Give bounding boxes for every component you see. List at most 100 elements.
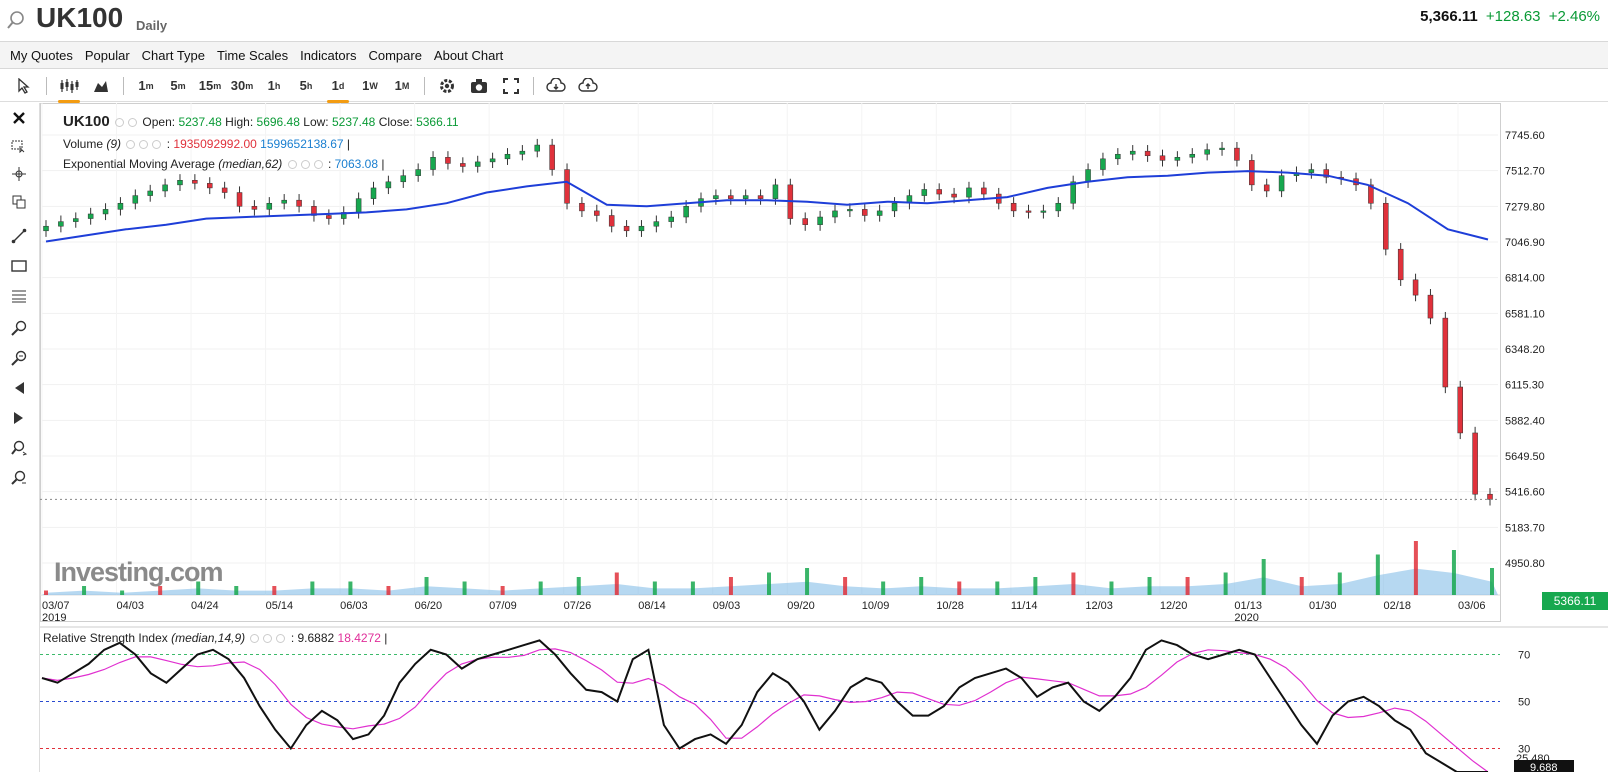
interval-1mo-button[interactable]: 1M [389,73,415,99]
settings-small-icon[interactable] [263,634,273,643]
cloud-upload-icon[interactable] [575,73,601,99]
zoom-reset-icon[interactable] [8,437,30,459]
menu-compare[interactable]: Compare [368,48,421,63]
search-icon[interactable] [6,10,26,30]
chart-area[interactable]: 7745.60 7512.70 7279.80 7046.90 6814.00 6581.… [40,103,1608,772]
current-price-tag: 5366.11 [1542,592,1608,610]
candle-body [1263,184,1270,192]
menu-my-quotes[interactable]: My Quotes [10,48,73,63]
candle-body [430,157,436,170]
rectangle-tool-icon[interactable] [8,255,30,277]
volume-bar [1337,572,1342,595]
candle-body [1100,158,1106,170]
interval-1w-button[interactable]: 1W [357,73,383,99]
toolbar-divider [46,76,47,95]
candle-body [519,150,526,155]
zoom-out-icon[interactable] [8,347,30,369]
select-tool-icon[interactable] [8,135,30,157]
candle-body [132,195,139,204]
eye-icon[interactable] [287,160,297,169]
eye-icon[interactable] [115,118,125,127]
menu-indicators[interactable]: Indicators [300,48,356,63]
x-tick-label: 06/20 [415,600,443,612]
x-tick-label: 11/14 [1011,600,1038,612]
legend-symbol: UK100 [63,113,110,130]
cloud-download-icon[interactable] [543,73,569,99]
interval-1m-button[interactable]: 1m [133,73,159,99]
volume-bar [1451,550,1456,595]
y-tick-label: 6348.20 [1505,344,1545,356]
candle-body [802,218,808,225]
scroll-left-icon[interactable] [8,377,30,399]
candle-body [177,180,183,186]
interval-5m-button[interactable]: 5m [165,73,191,99]
candle-body [1204,149,1210,155]
interval-30m-button[interactable]: 30 m [229,73,255,99]
quote-box: 5,366.11 +128.63 +2.46% [1420,8,1600,25]
zoom-in-icon[interactable] [8,317,30,339]
candle-body [1159,155,1166,161]
x-tick-label: 09/03 [713,600,741,612]
menu-chart-type[interactable]: Chart Type [142,48,205,63]
volume-bar [1223,572,1228,595]
eye-icon[interactable] [250,634,260,643]
rsi-legend: Relative Strength Index (median,14,9) : … [43,631,388,645]
interval-5h-button[interactable]: 5h [293,73,319,99]
settings-small-icon[interactable] [128,118,138,127]
trendline-tool-icon[interactable] [8,225,30,247]
x-tick-label: 07/26 [564,600,592,612]
magnet-tool-icon[interactable] [8,467,30,489]
fibonacci-tool-icon[interactable] [8,285,30,307]
crosshair-tool-icon[interactable] [8,163,30,185]
candle-body [445,157,451,164]
candle-body [1442,317,1449,388]
candle-body [936,189,942,195]
y-tick-label: 7279.80 [1505,201,1545,213]
close-small-icon[interactable] [313,160,323,169]
rsi-last-value: 9.688 [1530,762,1558,772]
interval-15m-button[interactable]: 15 m [197,73,223,99]
settings-small-icon[interactable] [139,140,149,149]
volume-bar [120,590,125,595]
candle-body [728,195,734,199]
candle-body [58,221,64,227]
x-tick-label: 07/09 [489,600,517,612]
volume-bar [1033,577,1038,595]
menu-about-chart[interactable]: About Chart [434,48,503,63]
volume-value-2: 1599652138.67 [260,137,344,151]
volume-bar [576,577,581,595]
menu-time-scales[interactable]: Time Scales [217,48,288,63]
timeframe-label: Daily [136,18,168,33]
area-chart-icon[interactable] [88,73,114,99]
clone-tool-icon[interactable] [8,191,30,213]
gear-icon[interactable] [434,73,460,99]
settings-small-icon[interactable] [300,160,310,169]
candle-body [921,189,928,196]
volume-bar [652,581,657,595]
cursor-icon[interactable] [11,73,37,99]
close-small-icon[interactable] [152,140,162,149]
candle-body [623,225,630,232]
scroll-right-icon[interactable] [8,407,30,429]
candlestick-chart-icon[interactable] [56,73,82,103]
candle-body [668,216,674,222]
rsi-param: (median,14,9) [171,631,246,645]
y-tick-label: 5183.70 [1505,522,1545,534]
fullscreen-icon[interactable] [498,73,524,99]
candle-body [1055,202,1062,212]
volume-bar [234,586,239,595]
close-small-icon[interactable] [276,634,286,643]
eye-icon[interactable] [126,140,136,149]
toolbar-divider [533,76,534,95]
interval-1h-button[interactable]: 1h [261,73,287,99]
interval-1d-button[interactable]: 1d [325,73,351,103]
close-icon[interactable] [8,107,30,129]
high-label: High: [225,115,254,129]
y-tick-label: 6581.10 [1505,308,1545,320]
volume-bar [957,581,962,595]
rsi-value: 9.6882 [297,631,335,645]
camera-icon[interactable] [466,73,492,99]
candle-body [251,206,258,210]
menu-popular[interactable]: Popular [85,48,130,63]
price-chart[interactable]: 7745.60 7512.70 7279.80 7046.90 6814.00 6581.… [40,103,1608,772]
